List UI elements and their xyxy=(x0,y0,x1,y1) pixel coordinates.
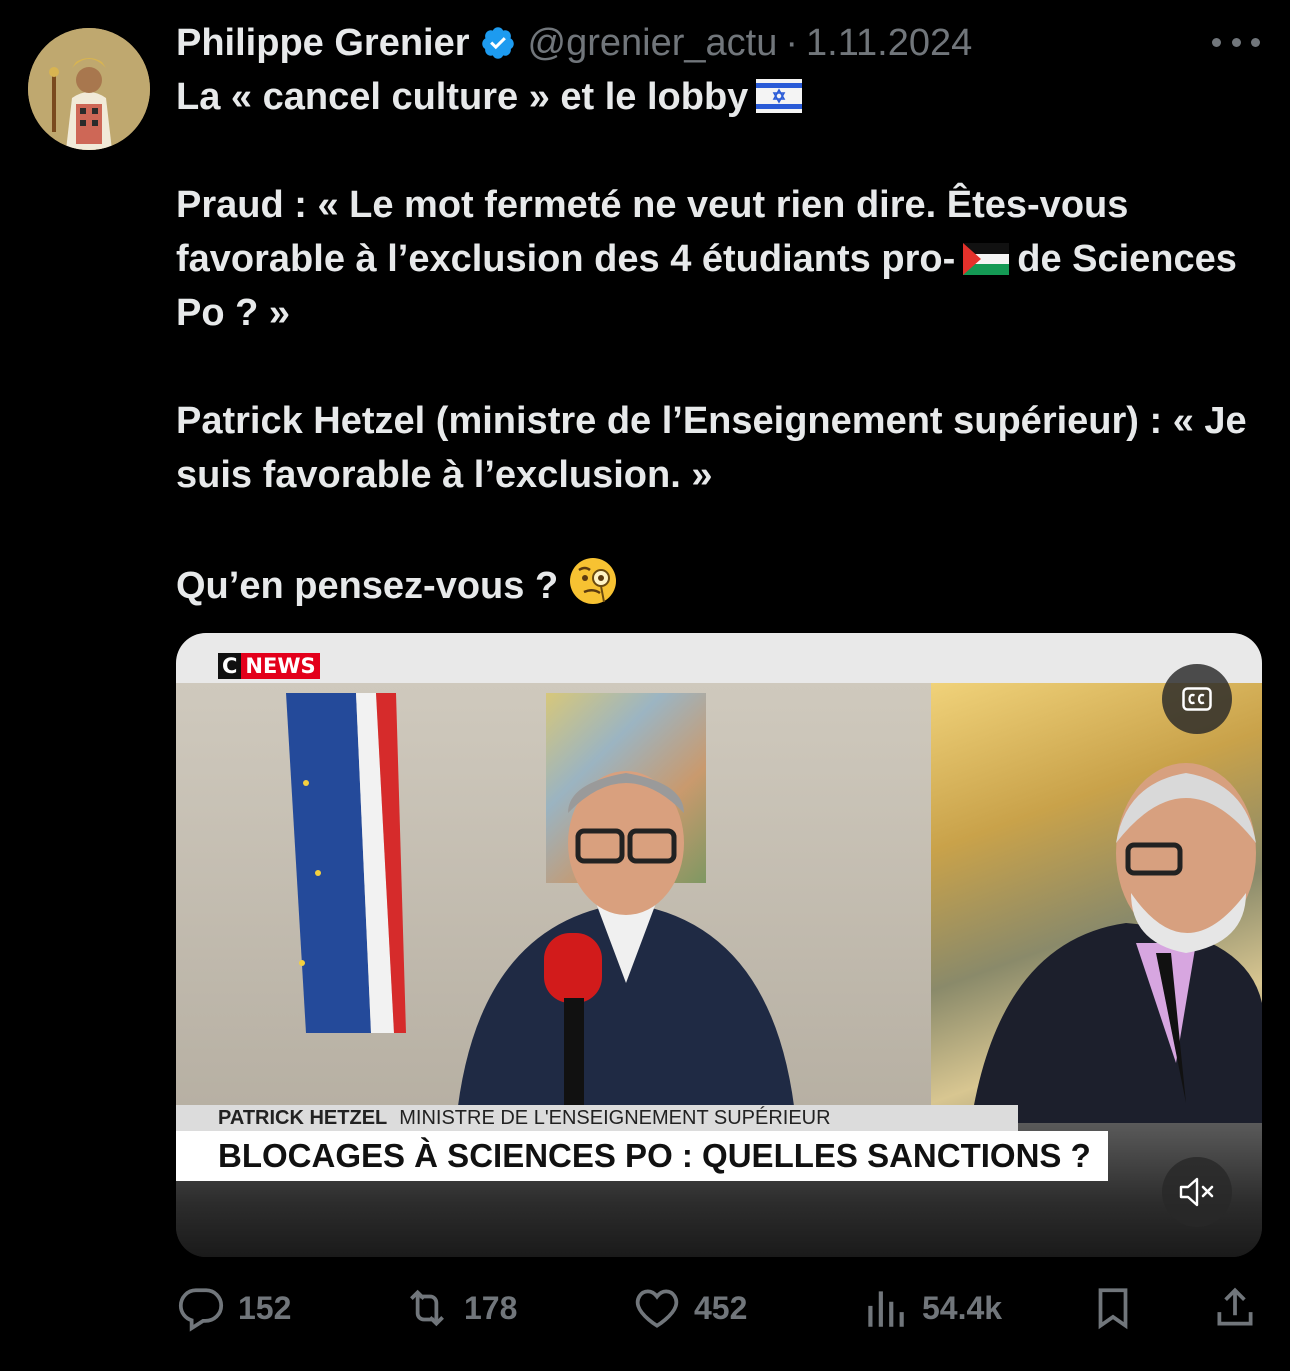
author-display-name[interactable]: Philippe Grenier xyxy=(176,22,470,65)
views-chart-icon xyxy=(868,1291,904,1327)
header-separator: · xyxy=(785,21,799,64)
cnews-logo: C NEWS xyxy=(218,653,320,679)
palestine-flag-icon xyxy=(963,243,1010,275)
tweet-header: Philippe Grenier @grenier_actu · 1.11.20… xyxy=(176,18,972,68)
author-handle[interactable]: @grenier_actu xyxy=(528,22,778,65)
bookmark-button[interactable] xyxy=(1088,1280,1150,1336)
muted-speaker-icon xyxy=(1179,1177,1214,1207)
face-with-monocle-icon xyxy=(570,558,617,604)
reply-icon xyxy=(178,1288,224,1332)
closed-captions-button[interactable] xyxy=(1162,664,1232,734)
guest-name: PATRICK HETZEL xyxy=(218,1106,388,1129)
reply-count: 152 xyxy=(238,1289,292,1326)
israel-flag-icon xyxy=(756,79,803,113)
share-icon xyxy=(1217,1287,1253,1326)
views-count: 54.4k xyxy=(922,1289,1003,1326)
host-person-illustration xyxy=(966,763,1262,1163)
like-count: 452 xyxy=(694,1289,748,1326)
video-headline: BLOCAGES À SCIENCES PO : QUELLES SANCTIO… xyxy=(176,1131,1108,1181)
flags-illustration xyxy=(286,693,406,1033)
author-avatar[interactable] xyxy=(28,28,150,150)
repost-button[interactable]: 178 xyxy=(402,1280,517,1336)
more-options-icon[interactable] xyxy=(1212,30,1260,54)
tweet-paragraph-4: Qu’en pensez-vous ? xyxy=(176,565,559,607)
views-button[interactable]: 54.4k xyxy=(860,1280,1002,1336)
reply-button[interactable]: 152 xyxy=(176,1280,291,1336)
tweet-date[interactable]: 1.11.2024 xyxy=(806,22,972,65)
share-button[interactable] xyxy=(1210,1280,1272,1336)
guest-person-illustration xyxy=(456,771,796,1123)
verified-badge-icon xyxy=(481,27,514,59)
tweet-line-1: La « cancel culture » et le lobby xyxy=(176,76,749,118)
guest-role: MINISTRE DE L'ENSEIGNEMENT SUPÉRIEUR xyxy=(399,1106,831,1129)
video-player[interactable]: C NEWS PATRICK HETZEL MINISTRE DE L'ENSE… xyxy=(176,633,1262,1257)
heart-icon xyxy=(635,1289,679,1328)
tweet-paragraph-3: Patrick Hetzel (ministre de l’Enseigneme… xyxy=(176,400,1258,496)
tweet-action-bar: 152 178 452 54.4k xyxy=(176,1280,1262,1336)
repost-icon xyxy=(410,1289,444,1327)
closed-captions-icon xyxy=(1182,687,1212,711)
tweet-body: La « cancel culture » et le lobby Praud … xyxy=(176,70,1266,613)
guest-caption: PATRICK HETZEL MINISTRE DE L'ENSEIGNEMEN… xyxy=(176,1105,1018,1131)
mute-toggle-button[interactable] xyxy=(1162,1157,1232,1227)
repost-count: 178 xyxy=(464,1289,518,1326)
like-button[interactable]: 452 xyxy=(632,1280,747,1336)
bookmark-icon xyxy=(1098,1288,1128,1330)
